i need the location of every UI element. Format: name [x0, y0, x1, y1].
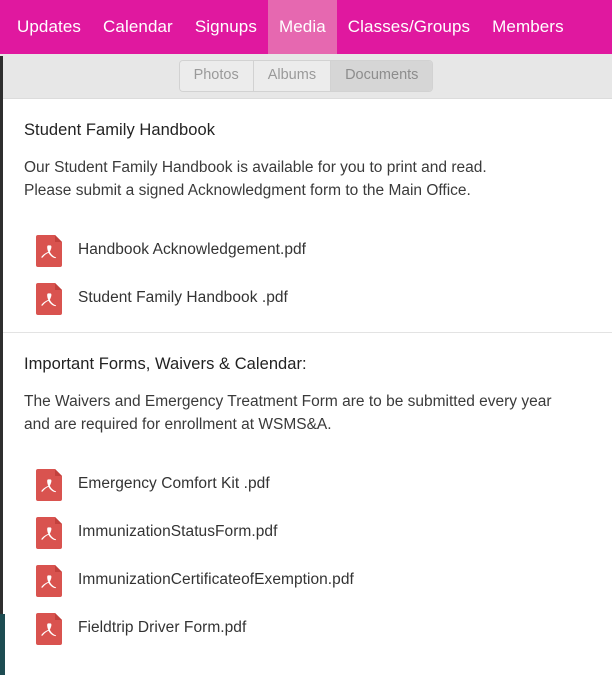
- file-name-label: Handbook Acknowledgement.pdf: [78, 241, 307, 258]
- pdf-file-icon: [36, 517, 62, 549]
- file-name-label: Fieldtrip Driver Form.pdf: [78, 619, 247, 636]
- pdf-file-icon: [36, 613, 62, 645]
- documents-content: Student Family Handbook Our Student Fami…: [0, 99, 612, 662]
- pdf-file-icon: [36, 235, 62, 267]
- document-section: Student Family Handbook Our Student Fami…: [0, 99, 612, 332]
- section-title: Student Family Handbook: [24, 121, 216, 139]
- file-list-item[interactable]: Handbook Acknowledgement.pdf: [24, 226, 588, 274]
- main-navigation-bar: Updates Calendar Signups Media Classes/G…: [0, 0, 612, 54]
- nav-item-members[interactable]: Members: [481, 0, 575, 54]
- nav-item-label: Members: [492, 17, 564, 36]
- file-list: Handbook Acknowledgement.pdf Student Fam…: [24, 226, 588, 322]
- media-sub-toolbar: Photos Albums Documents: [0, 54, 612, 99]
- file-list: Emergency Comfort Kit .pdf ImmunizationS…: [24, 460, 588, 652]
- tab-photos[interactable]: Photos: [179, 61, 254, 91]
- file-name-label: Emergency Comfort Kit .pdf: [78, 475, 270, 492]
- nav-item-classes-groups[interactable]: Classes/Groups: [337, 0, 481, 54]
- tab-label: Documents: [345, 67, 419, 83]
- file-list-item[interactable]: Emergency Comfort Kit .pdf: [24, 460, 588, 508]
- file-list-item[interactable]: Fieldtrip Driver Form.pdf: [24, 604, 588, 652]
- nav-item-label: Calendar: [103, 17, 173, 36]
- nav-item-media[interactable]: Media: [267, 0, 337, 54]
- section-description: Our Student Family Handbook is available…: [24, 159, 487, 199]
- tab-documents[interactable]: Documents: [331, 61, 433, 91]
- media-tab-group: Photos Albums Documents: [178, 60, 434, 92]
- pdf-file-icon: [36, 565, 62, 597]
- nav-item-updates[interactable]: Updates: [6, 0, 92, 54]
- nav-item-label: Classes/Groups: [347, 17, 471, 36]
- section-title: Important Forms, Waivers & Calendar:: [24, 355, 307, 373]
- file-list-item[interactable]: ImmunizationStatusForm.pdf: [24, 508, 588, 556]
- nav-item-label: Media: [278, 17, 326, 36]
- page-root: Updates Calendar Signups Media Classes/G…: [0, 0, 612, 675]
- file-name-label: Student Family Handbook .pdf: [78, 289, 288, 306]
- file-name-label: ImmunizationCertificateofExemption.pdf: [78, 571, 354, 588]
- file-name-label: ImmunizationStatusForm.pdf: [78, 523, 278, 540]
- nav-item-signups[interactable]: Signups: [184, 0, 268, 54]
- file-list-item[interactable]: Student Family Handbook .pdf: [24, 274, 588, 322]
- tab-label: Albums: [267, 67, 317, 83]
- document-section: Important Forms, Waivers & Calendar: The…: [0, 332, 612, 662]
- tab-albums[interactable]: Albums: [253, 61, 332, 91]
- file-list-item[interactable]: ImmunizationCertificateofExemption.pdf: [24, 556, 588, 604]
- section-description: The Waivers and Emergency Treatment Form…: [24, 393, 552, 433]
- nav-item-label: Signups: [194, 17, 257, 36]
- tab-label: Photos: [193, 67, 239, 83]
- pdf-file-icon: [36, 469, 62, 501]
- pdf-file-icon: [36, 283, 62, 315]
- nav-item-calendar[interactable]: Calendar: [92, 0, 184, 54]
- nav-item-label: Updates: [17, 17, 82, 36]
